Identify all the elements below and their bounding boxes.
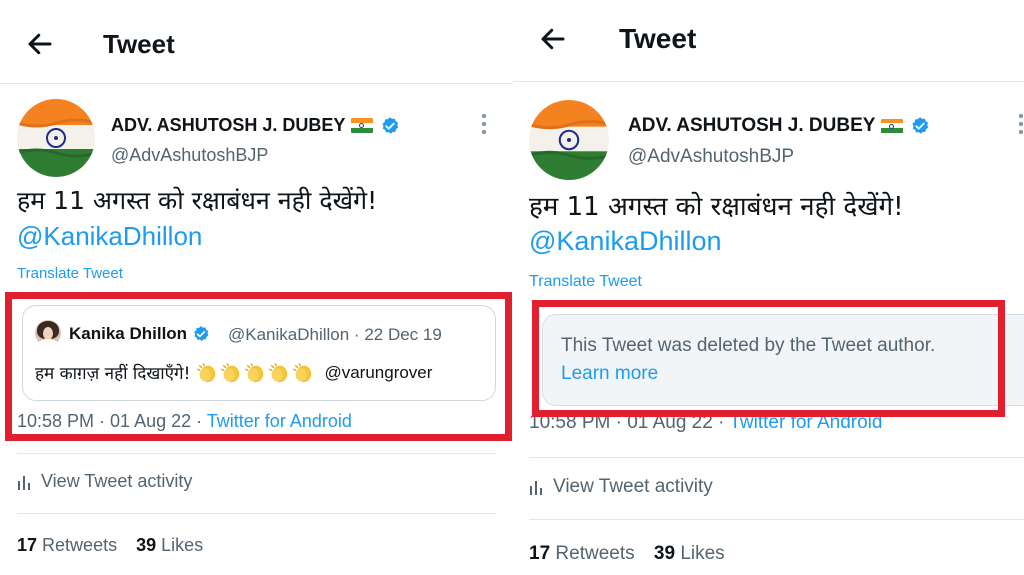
- author-name-text: ADV. ASHUTOSH J. DUBEY: [111, 115, 346, 135]
- analytics-icon: [530, 481, 542, 495]
- page-title: Tweet: [103, 29, 175, 59]
- clapping-hands-icon: [245, 362, 264, 382]
- timestamp-text: 10:58 PM · 01 Aug 22 ·: [17, 411, 207, 431]
- view-tweet-activity-label: View Tweet activity: [553, 476, 713, 497]
- learn-more-link[interactable]: Learn more: [561, 363, 658, 385]
- retweets-stat[interactable]: 17 Retweets: [17, 535, 117, 555]
- arrow-left-icon[interactable]: [25, 29, 55, 59]
- page-title: Tweet: [619, 23, 697, 54]
- divider: [529, 457, 1024, 458]
- arrow-left-icon[interactable]: [538, 24, 568, 54]
- tweet-detail-panel-original: Tweet ADV. ASHUTOSH J. DUBEY @AdvAshutos…: [0, 0, 513, 575]
- verified-badge-icon: [194, 326, 209, 341]
- india-flag-icon: [881, 118, 904, 134]
- retweets-label: Retweets: [42, 535, 118, 555]
- tweet-source-link[interactable]: Twitter for Android: [729, 412, 882, 433]
- deleted-tweet-notice: This Tweet was deleted by the Tweet auth…: [542, 314, 1024, 406]
- likes-stat[interactable]: 39 Likes: [136, 535, 203, 555]
- header-bar: Tweet: [513, 0, 1024, 82]
- quoted-tweet-text-body: हम काग़ज़ नहीं दिखाएँगे!: [35, 364, 191, 384]
- verified-badge-icon: [912, 117, 929, 134]
- tweet-text: हम 11 अगस्त को रक्षाबंधन नही देखेंगे!: [17, 186, 378, 215]
- analytics-icon: [18, 475, 30, 490]
- more-options-icon[interactable]: [481, 113, 487, 135]
- retweets-count: 17: [17, 535, 38, 555]
- tweet-timestamp: 10:58 PM · 01 Aug 22 · Twitter for Andro…: [529, 412, 882, 434]
- timestamp-text: 10:58 PM · 01 Aug 22 ·: [529, 412, 730, 433]
- author-handle[interactable]: @AdvAshutoshBJP: [111, 145, 268, 166]
- header-bar: Tweet: [0, 0, 513, 84]
- quoted-author-name: Kanika Dhillon: [69, 324, 210, 344]
- view-tweet-activity-label: View Tweet activity: [41, 471, 193, 491]
- likes-stat[interactable]: 39 Likes: [654, 543, 725, 564]
- quoted-author-avatar: [35, 320, 61, 346]
- retweets-count: 17: [529, 543, 551, 564]
- tweet-stats: 17 Retweets 39 Likes: [529, 543, 725, 565]
- translate-tweet-link[interactable]: Translate Tweet: [529, 273, 642, 291]
- author-name-text: ADV. ASHUTOSH J. DUBEY: [628, 115, 876, 136]
- divider: [17, 453, 496, 454]
- tweet-stats: 17 Retweets 39 Likes: [17, 535, 203, 556]
- translate-tweet-link[interactable]: Translate Tweet: [17, 265, 123, 282]
- likes-count: 39: [653, 543, 676, 564]
- likes-count: 39: [136, 535, 157, 555]
- tweet-mention-link[interactable]: @KanikaDhillon: [529, 226, 722, 257]
- verified-badge-icon: [382, 116, 399, 134]
- clapping-emoji-group: [196, 362, 316, 384]
- tweet-detail-panel-deleted: Tweet ADV. ASHUTOSH J. DUBEY @AdvAshutos…: [513, 0, 1024, 575]
- tweet-source-link[interactable]: Twitter for Android: [207, 411, 352, 431]
- clapping-hands-icon: [293, 362, 312, 382]
- clapping-hands-icon: [221, 362, 240, 382]
- tweet-timestamp: 10:58 PM · 01 Aug 22 · Twitter for Andro…: [17, 411, 352, 432]
- tweet-mention-link[interactable]: @KanikaDhillon: [17, 221, 202, 252]
- quoted-tweet-meta: @KanikaDhillon · 22 Dec 19: [228, 325, 442, 344]
- deleted-notice-text: This Tweet was deleted by the Tweet auth…: [561, 335, 936, 356]
- more-options-icon[interactable]: [1018, 113, 1024, 135]
- quoted-tweet-mention[interactable]: @varungrover: [324, 363, 432, 383]
- avatar[interactable]: [17, 99, 95, 177]
- clapping-hands-icon: [269, 362, 288, 382]
- author-name[interactable]: ADV. ASHUTOSH J. DUBEY: [628, 115, 930, 137]
- retweets-label: Retweets: [555, 543, 635, 564]
- retweets-stat[interactable]: 17 Retweets: [529, 543, 635, 564]
- view-tweet-activity-link[interactable]: View Tweet activity: [529, 476, 713, 498]
- avatar[interactable]: [529, 100, 609, 180]
- india-flag-icon: [351, 118, 374, 133]
- tweet-text: हम 11 अगस्त को रक्षाबंधन नही देखेंगे!: [529, 192, 904, 222]
- author-handle[interactable]: @AdvAshutoshBJP: [628, 146, 794, 168]
- likes-label: Likes: [161, 535, 204, 555]
- quoted-tweet-card[interactable]: Kanika Dhillon @KanikaDhillon · 22 Dec 1…: [22, 305, 496, 401]
- clapping-hands-icon: [197, 362, 216, 382]
- avatar-flag-image: [17, 99, 95, 177]
- author-name[interactable]: ADV. ASHUTOSH J. DUBEY: [111, 115, 400, 136]
- divider: [17, 513, 496, 514]
- avatar-flag-image: [529, 100, 609, 180]
- quoted-tweet-text: हम काग़ज़ नहीं दिखाएँगे! @varungrover: [35, 361, 432, 385]
- view-tweet-activity-link[interactable]: View Tweet activity: [17, 471, 192, 492]
- divider: [529, 519, 1024, 520]
- likes-label: Likes: [680, 543, 725, 564]
- quoted-author-name-text: Kanika Dhillon: [69, 324, 188, 343]
